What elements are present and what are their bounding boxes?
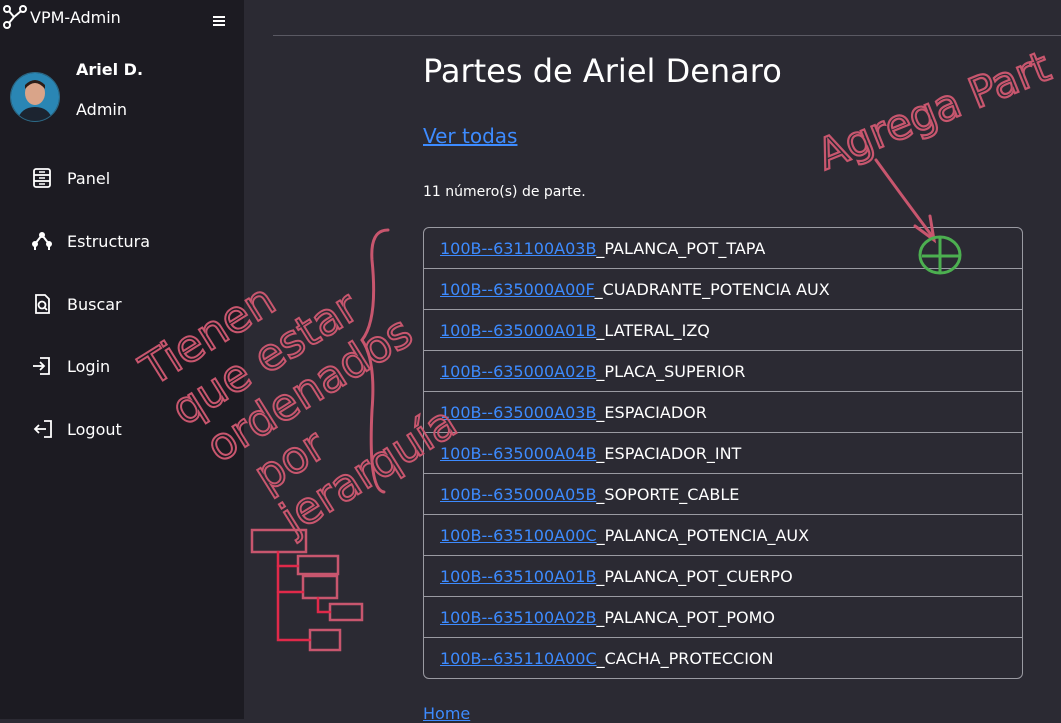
- sidebar-item-label: Login: [67, 356, 111, 376]
- view-all-link[interactable]: Ver todas: [423, 124, 517, 148]
- part-code-link[interactable]: 100B--635100A01B: [440, 567, 596, 586]
- parts-list: 100B--631100A03B _PALANCA_POT_TAPA 100B--…: [423, 227, 1023, 679]
- sidebar: VPM-Admin Ariel D. Admin Panel Estructur…: [0, 0, 244, 719]
- panel-icon: [30, 166, 54, 190]
- part-code-link[interactable]: 100B--635000A03B: [440, 403, 596, 422]
- sidebar-item-label: Panel: [67, 168, 111, 188]
- part-code-link[interactable]: 100B--635100A02B: [440, 608, 596, 627]
- annotation-brace-icon: [360, 228, 390, 494]
- part-code-link[interactable]: 100B--635000A04B: [440, 444, 596, 463]
- part-name: _SOPORTE_CABLE: [596, 484, 740, 504]
- part-code-link[interactable]: 100B--635000A00F: [440, 280, 595, 299]
- list-item: 100B--635000A02B _PLACA_SUPERIOR: [424, 351, 1022, 392]
- search-file-icon: [30, 292, 54, 316]
- sidebar-item-logout[interactable]: Logout: [30, 416, 122, 442]
- list-item: 100B--635000A05B _SOPORTE_CABLE: [424, 474, 1022, 515]
- part-name: _PLACA_SUPERIOR: [596, 361, 746, 381]
- annotation-hierarchy-sketch: [250, 528, 364, 652]
- part-name: _PALANCA_POTENCIA_AUX: [596, 525, 810, 545]
- part-name: _PALANCA_POT_CUERPO: [596, 566, 793, 586]
- part-name: _ESPACIADOR_INT: [596, 443, 742, 463]
- list-item: 100B--631100A03B _PALANCA_POT_TAPA: [424, 228, 1022, 269]
- list-item: 100B--635000A04B _ESPACIADOR_INT: [424, 433, 1022, 474]
- list-item: 100B--635100A02B _PALANCA_POT_POMO: [424, 597, 1022, 638]
- avatar: [10, 72, 60, 122]
- part-name: _PALANCA_POT_POMO: [596, 607, 775, 627]
- list-item: 100B--635110A00C _CACHA_PROTECCION: [424, 638, 1022, 678]
- user-name: Ariel D.: [76, 60, 144, 79]
- sidebar-item-panel[interactable]: Panel: [30, 165, 110, 191]
- sidebar-item-label: Logout: [67, 419, 122, 439]
- annotation-note-line: por: [245, 419, 335, 501]
- sidebar-item-buscar[interactable]: Buscar: [30, 291, 122, 317]
- sidebar-item-login[interactable]: Login: [30, 353, 110, 379]
- parts-count: 11 número(s) de parte.: [423, 184, 586, 200]
- part-code-link[interactable]: 100B--635110A00C: [440, 649, 597, 668]
- brand[interactable]: VPM-Admin: [2, 2, 121, 32]
- part-name: _LATERAL_IZQ: [596, 320, 710, 340]
- logout-icon: [30, 417, 54, 441]
- page-title: Partes de Ariel Denaro: [423, 52, 782, 90]
- part-name: _CACHA_PROTECCION: [596, 648, 774, 668]
- sidebar-item-label: Estructura: [67, 231, 151, 251]
- list-item: 100B--635000A00F _CUADRANTE_POTENCIA AUX: [424, 269, 1022, 310]
- part-code-link[interactable]: 100B--635000A02B: [440, 362, 596, 381]
- list-item: 100B--635000A01B _LATERAL_IZQ: [424, 310, 1022, 351]
- list-item: 100B--635100A00C _PALANCA_POTENCIA_AUX: [424, 515, 1022, 556]
- part-code-link[interactable]: 100B--635000A01B: [440, 321, 596, 340]
- part-name: _PALANCA_POT_TAPA: [596, 238, 766, 258]
- structure-icon: [30, 229, 54, 253]
- menu-toggle-icon[interactable]: [210, 12, 228, 30]
- network-logo-icon: [3, 5, 27, 29]
- part-code-link[interactable]: 100B--631100A03B: [440, 239, 596, 258]
- app-title: VPM-Admin: [30, 7, 121, 27]
- part-name: _CUADRANTE_POTENCIA AUX: [594, 279, 830, 299]
- user-role: Admin: [76, 100, 127, 119]
- part-code-link[interactable]: 100B--635100A00C: [440, 526, 597, 545]
- annotation-add-part: Agrega Part: [810, 42, 1057, 180]
- sidebar-item-estructura[interactable]: Estructura: [30, 228, 150, 254]
- part-code-link[interactable]: 100B--635000A05B: [440, 485, 596, 504]
- list-item: 100B--635000A03B _ESPACIADOR: [424, 392, 1022, 433]
- top-divider: [273, 35, 1061, 36]
- part-name: _ESPACIADOR: [596, 402, 707, 422]
- list-item: 100B--635100A01B _PALANCA_POT_CUERPO: [424, 556, 1022, 597]
- login-icon: [30, 354, 54, 378]
- sidebar-item-label: Buscar: [67, 294, 122, 314]
- home-link[interactable]: Home: [423, 704, 470, 723]
